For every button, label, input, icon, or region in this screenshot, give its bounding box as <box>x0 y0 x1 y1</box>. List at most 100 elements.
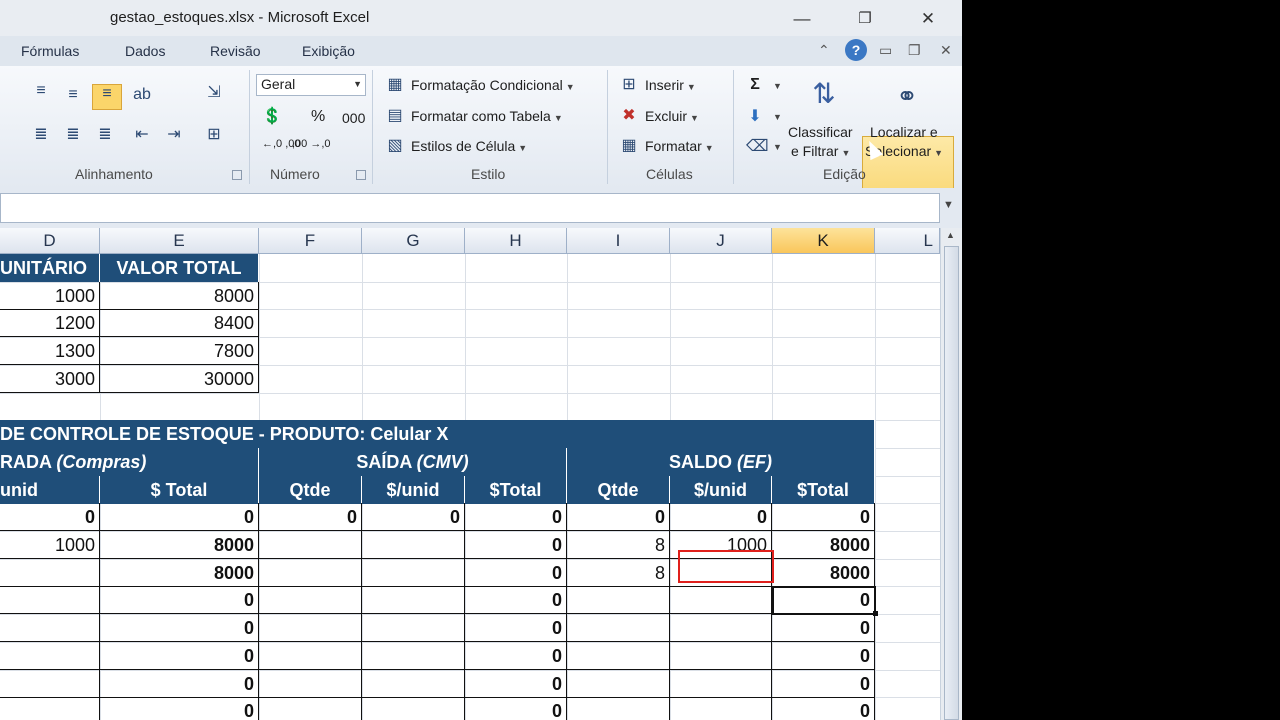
header-unitario[interactable]: UNITÁRIO <box>0 254 100 282</box>
control-table-cell[interactable]: 0 <box>465 614 567 643</box>
control-table-cell[interactable]: 0 <box>465 669 567 698</box>
total-value-cell[interactable]: 8400 <box>100 309 259 338</box>
delete-button[interactable]: Excluir ▼ <box>645 108 699 124</box>
vertical-scrollbar[interactable]: ▲ <box>940 228 962 720</box>
unit-value-cell[interactable]: 1200 <box>0 309 100 338</box>
control-table-cell[interactable] <box>259 697 362 720</box>
control-table-cell[interactable] <box>259 531 362 559</box>
expand-formula-bar-icon[interactable]: ▼ <box>943 199 954 211</box>
section-saldo[interactable]: SALDO (EF) <box>567 447 875 476</box>
total-value-cell[interactable]: 7800 <box>100 337 259 366</box>
control-table-cell[interactable] <box>0 586 100 615</box>
control-table-cell[interactable] <box>362 586 465 615</box>
subheader-cell[interactable]: $Total <box>465 475 567 504</box>
subheader-cell[interactable]: $ Total <box>100 475 259 504</box>
clear-icon[interactable]: ⌫ <box>746 138 769 156</box>
control-table-cell[interactable]: 0 <box>772 697 875 720</box>
control-table-cell[interactable] <box>259 586 362 615</box>
thousands-button[interactable]: 000 <box>342 110 365 126</box>
control-table-cell[interactable] <box>567 697 670 720</box>
tab-exibicao[interactable]: Exibição <box>302 43 355 59</box>
column-header-h[interactable]: H <box>465 228 567 254</box>
control-table-cell[interactable]: 0 <box>100 586 259 615</box>
autosum-icon[interactable]: Σ <box>746 76 764 94</box>
tab-revisao[interactable]: Revisão <box>210 43 261 59</box>
unit-value-cell[interactable]: 3000 <box>0 364 100 393</box>
column-header-f[interactable]: F <box>259 228 362 254</box>
control-table-cell[interactable]: 0 <box>0 503 100 532</box>
section-saida[interactable]: SAÍDA (CMV) <box>259 447 567 476</box>
align-top-icon[interactable]: ≡ <box>32 82 50 100</box>
conditional-format-button[interactable]: Formatação Condicional ▼ <box>411 77 575 93</box>
control-table-cell[interactable]: 0 <box>567 503 670 532</box>
orientation-icon[interactable]: ab <box>133 86 151 104</box>
column-header-j[interactable]: J <box>670 228 772 254</box>
number-format-select[interactable]: Geral ▼ <box>256 74 366 96</box>
control-table-cell[interactable] <box>0 614 100 643</box>
workbook-restore-icon[interactable]: ❐ <box>908 42 921 59</box>
unit-value-cell[interactable]: 1300 <box>0 337 100 366</box>
control-table-cell[interactable] <box>362 531 465 559</box>
format-as-table-button[interactable]: Formatar como Tabela ▼ <box>411 108 563 124</box>
control-table-cell[interactable]: 0 <box>100 641 259 670</box>
control-table-cell[interactable]: 8 <box>567 531 670 559</box>
subheader-cell[interactable]: $/unid <box>362 475 465 504</box>
control-table-cell[interactable]: 0 <box>465 586 567 615</box>
control-table-cell[interactable]: 0 <box>772 669 875 698</box>
control-table-cell[interactable] <box>259 614 362 643</box>
merge-center-icon[interactable]: ⊞ <box>205 126 223 144</box>
unit-value-cell[interactable]: 1000 <box>0 281 100 310</box>
control-table-cell[interactable]: 0 <box>100 697 259 720</box>
control-table-cell[interactable]: 0 <box>465 503 567 532</box>
control-table-cell[interactable] <box>567 586 670 615</box>
decrease-decimal-button[interactable]: ,00 →,0 <box>292 138 331 150</box>
control-table-cell[interactable]: 0 <box>772 641 875 670</box>
workbook-close-icon[interactable]: ✕ <box>940 42 952 59</box>
control-table-cell[interactable]: 0 <box>465 558 567 587</box>
control-table-cell[interactable] <box>670 669 772 698</box>
control-table-cell[interactable] <box>259 558 362 587</box>
formula-input[interactable] <box>0 193 940 223</box>
control-table-cell[interactable] <box>362 641 465 670</box>
subheader-cell[interactable]: Qtde <box>259 475 362 504</box>
control-table-cell[interactable] <box>0 641 100 670</box>
align-center-icon[interactable]: ≣ <box>64 126 82 144</box>
control-table-cell[interactable]: 0 <box>100 503 259 532</box>
sort-filter-label-1[interactable]: Classificar <box>788 124 853 140</box>
minimize-button[interactable]: — <box>788 6 816 32</box>
align-left-icon[interactable]: ≣ <box>32 126 50 144</box>
decrease-indent-icon[interactable]: ⇤ <box>133 126 151 144</box>
align-right-icon[interactable]: ≣ <box>96 126 114 144</box>
control-table-cell[interactable]: 0 <box>100 669 259 698</box>
control-table-cell[interactable]: 8 <box>567 558 670 587</box>
control-table-cell[interactable]: 0 <box>465 641 567 670</box>
control-table-cell[interactable]: 8000 <box>100 558 259 587</box>
worksheet-grid[interactable]: D E F G H I J K L UNITÁRIO VALOR TOTAL 100… <box>0 228 940 720</box>
control-table-cell[interactable] <box>567 614 670 643</box>
control-table-cell[interactable]: 0 <box>465 697 567 720</box>
control-table-cell[interactable]: 0 <box>100 614 259 643</box>
control-table-cell[interactable] <box>567 641 670 670</box>
subheader-cell[interactable]: $/unid <box>670 475 772 504</box>
column-header-l[interactable]: L <box>875 228 940 254</box>
column-header-d[interactable]: D <box>0 228 100 254</box>
percent-button[interactable]: % <box>311 108 325 126</box>
control-table-cell[interactable]: 0 <box>259 503 362 532</box>
control-table-cell[interactable]: 8000 <box>772 531 875 559</box>
control-table-cell[interactable] <box>259 641 362 670</box>
currency-icon[interactable]: 💲 <box>262 108 282 126</box>
control-table-cell[interactable]: 0 <box>772 503 875 532</box>
close-button[interactable]: ✕ <box>914 6 942 32</box>
scroll-thumb[interactable] <box>944 246 959 720</box>
increase-indent-icon[interactable]: ⇥ <box>165 126 183 144</box>
control-table-cell[interactable]: 8000 <box>100 531 259 559</box>
workbook-minimize-icon[interactable]: ▭ <box>879 42 892 59</box>
control-table-cell[interactable]: 0 <box>772 614 875 643</box>
control-table-cell[interactable] <box>0 669 100 698</box>
control-table-cell[interactable]: 0 <box>465 531 567 559</box>
align-bottom-icon[interactable]: ≡ <box>92 84 122 110</box>
control-table-cell[interactable] <box>670 586 772 615</box>
section-entrada[interactable]: RADA (Compras) <box>0 447 259 476</box>
column-header-g[interactable]: G <box>362 228 465 254</box>
format-cells-button[interactable]: Formatar ▼ <box>645 138 714 154</box>
